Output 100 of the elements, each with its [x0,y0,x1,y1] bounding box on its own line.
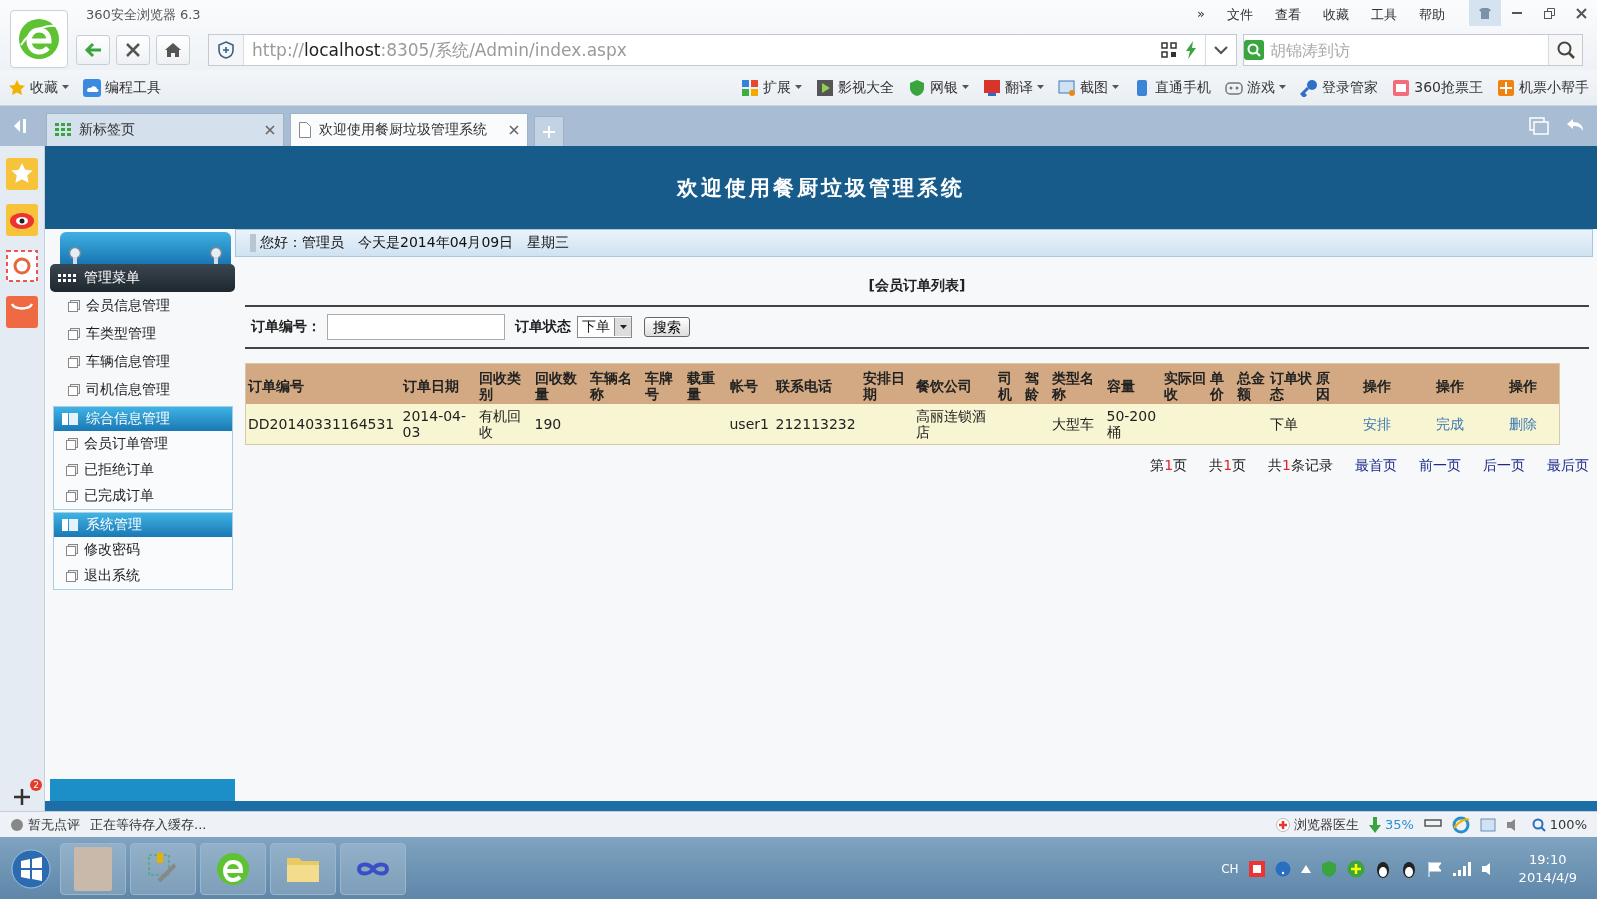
plus-circle-icon[interactable] [1346,860,1365,878]
menu-item[interactable]: 车辆信息管理 [50,348,235,376]
status-dropdown[interactable]: 下单 [577,316,632,338]
toolbar-item[interactable]: 截图 [1058,78,1120,97]
search-field[interactable]: 胡锦涛到访 [1264,39,1548,61]
window-icon[interactable] [1479,817,1496,832]
notification-badge: 2 [30,779,42,791]
penguin-icon[interactable] [1400,860,1417,878]
menu-item[interactable]: 退出系统 [54,563,232,589]
order-number-field[interactable] [327,314,505,340]
toolbar-item[interactable]: 翻译 [983,78,1045,97]
grid-icon [58,272,76,284]
menu-item[interactable]: 会员订单管理 [54,431,232,457]
toolbar-item[interactable]: 登录管家 [1300,78,1379,97]
menu-item[interactable]: 会员信息管理 [50,292,235,320]
search-button[interactable]: 搜索 [644,317,690,337]
pagination-link[interactable]: 后一页 [1483,457,1525,475]
column-header: 载重量 [684,363,728,404]
search-button[interactable] [1548,35,1582,65]
action-link[interactable]: 完成 [1436,416,1464,432]
search-icon [1556,41,1575,59]
toolbar-item[interactable]: 游戏 [1225,78,1287,97]
field-label: 订单状态 [515,318,571,336]
menu-item[interactable]: » [1197,6,1205,24]
column-header: 操作 [1340,363,1414,404]
bookmark-item[interactable]: 编程工具 [83,78,161,97]
pagination-link[interactable]: 最首页 [1355,457,1397,475]
browser-logo[interactable] [10,10,68,68]
plus-icon [543,125,555,138]
minimize-icon [1512,12,1522,14]
close-icon [1575,7,1587,19]
bookmark-item[interactable]: 收藏 [8,78,69,97]
table-cell: 大型车 [1049,404,1105,445]
search-bar[interactable]: 胡锦涛到访 [1243,34,1583,66]
lightning-icon[interactable] [1185,41,1197,59]
toolbar-item[interactable]: 网银 [908,78,970,97]
close-icon[interactable] [509,125,519,135]
menu-item[interactable]: 车类型管理 [50,320,235,348]
rating-status[interactable]: 暂无点评 [10,815,80,834]
menu-item[interactable]: 帮助 [1419,6,1445,24]
menu-title: 管理菜单 [84,269,140,287]
browser-doctor[interactable]: 浏览器医生 [1275,815,1359,834]
list-icon [68,328,80,340]
menu-item[interactable]: 已拒绝订单 [54,457,232,483]
page-icon [299,122,311,138]
signal-bars-icon[interactable] [1452,862,1471,876]
toolbar-item[interactable]: 扩展 [741,78,803,97]
home-button[interactable] [156,35,190,65]
menu-item[interactable]: 收藏 [1323,6,1349,24]
back-button[interactable] [76,35,110,65]
penguin-icon[interactable] [1374,860,1391,878]
undo-arrow-icon[interactable] [1565,117,1585,133]
caret-icon [62,85,69,90]
taskbar-app[interactable] [200,843,266,895]
toolbar-item[interactable]: 360抢票王 [1392,78,1483,97]
menu-item[interactable]: 查看 [1275,6,1301,24]
ticket-icon [1392,78,1411,97]
new-tab-button[interactable] [534,116,564,146]
medical-cross-icon [1275,817,1290,832]
column-header: 订单编号 [245,363,401,404]
mail-at-icon[interactable] [6,250,38,282]
close-icon[interactable] [265,125,275,135]
pagination-link[interactable]: 前一页 [1419,457,1461,475]
browser-tab[interactable]: 新标签页 [46,113,284,146]
toolbar-item[interactable]: 机票小帮手 [1497,78,1589,97]
menu-item[interactable]: 司机信息管理 [50,376,235,404]
toolbar-item[interactable]: 直通手机 [1133,78,1212,97]
ring-icon [68,246,82,264]
plus-icon[interactable] [14,789,30,805]
list-icon [66,490,78,502]
menu-item[interactable]: 工具 [1371,6,1397,24]
windows-icon[interactable] [1529,117,1549,135]
eye-icon[interactable] [6,204,38,236]
taskbar-app[interactable] [130,843,196,895]
shield-icon [218,41,234,59]
pagination-link[interactable]: 最后页 [1547,457,1589,475]
panel-icon [62,413,78,425]
taskbar-app[interactable] [270,843,336,895]
zoom-level[interactable]: 100% [1531,817,1587,832]
menu-item[interactable]: 文件 [1227,6,1253,24]
address-bar[interactable]: http://localhost:8305/系统/Admin/index.aspx [208,34,1237,66]
taskbar-app[interactable] [340,843,406,895]
chevron-down-icon[interactable] [1214,45,1228,55]
browser-tab[interactable]: 欢迎使用餐厨垃圾管理系统 [290,113,528,146]
window-title: 360安全浏览器 6.3 [85,6,202,24]
action-link[interactable]: 安排 [1363,416,1391,432]
greeting-text: 您好：管理员 [250,234,344,252]
column-header: 容量 [1104,363,1162,404]
menu-item[interactable]: 已完成订单 [54,483,232,509]
section-header[interactable]: 综合信息管理 [54,407,232,431]
menu-item[interactable]: 修改密码 [54,537,232,563]
shopping-bag-icon[interactable] [6,296,38,328]
toolbar-item[interactable]: 影视大全 [816,78,895,97]
table-cell: 高丽连锁酒店 [913,404,996,445]
screenshot-icon [1058,78,1077,97]
qr-code-icon[interactable] [1161,42,1177,58]
stop-button[interactable] [116,35,150,65]
action-link[interactable]: 删除 [1508,416,1537,432]
table-cell: 有机回收 [476,404,533,445]
up-arrow-icon[interactable] [1300,865,1311,873]
